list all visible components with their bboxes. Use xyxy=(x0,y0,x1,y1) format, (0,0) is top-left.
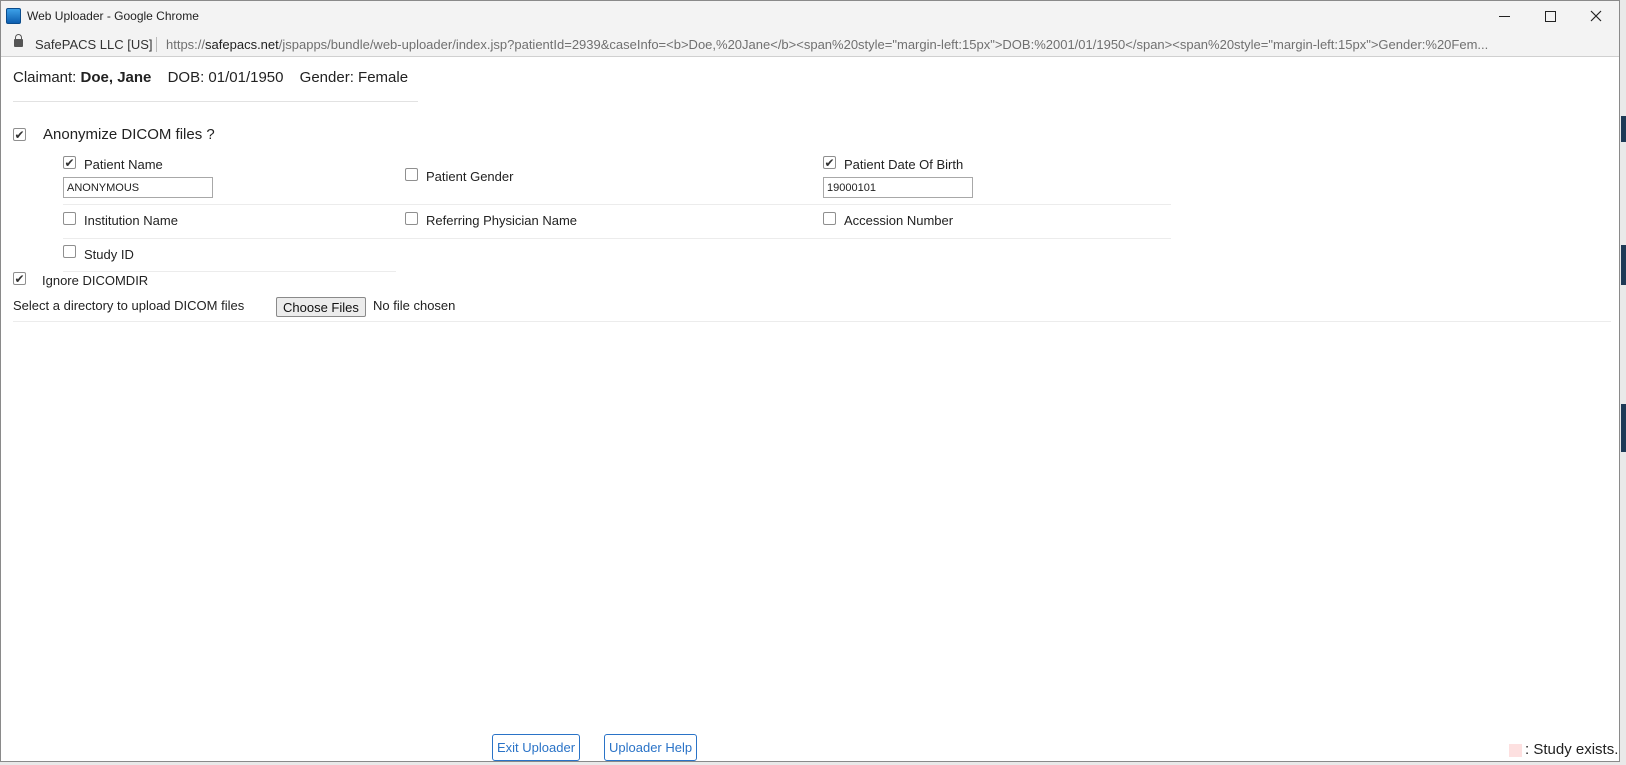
maximize-icon xyxy=(1544,10,1556,22)
lock-icon[interactable] xyxy=(14,34,23,47)
patient-dob-checkbox[interactable] xyxy=(823,156,836,169)
window-title: Web Uploader - Google Chrome xyxy=(27,9,199,23)
title-bar: Web Uploader - Google Chrome xyxy=(1,1,1619,31)
study-id-label: Study ID xyxy=(84,247,134,262)
ignore-dicomdir-checkbox[interactable] xyxy=(13,272,26,285)
anonymize-label: Anonymize DICOM files ? xyxy=(43,126,215,143)
ignore-dicomdir-label: Ignore DICOMDIR xyxy=(42,273,149,288)
claimant-info: Claimant: Doe, Jane DOB: 01/01/1950 Gend… xyxy=(13,69,408,86)
uploader-help-button[interactable]: Uploader Help xyxy=(604,734,698,761)
study-exists-swatch xyxy=(1509,744,1522,757)
close-icon xyxy=(1590,10,1602,22)
file-status-text: No file chosen xyxy=(373,298,456,313)
browser-popup-window: Web Uploader - Google Chrome SafePACS LL… xyxy=(0,0,1620,762)
background-page-strip xyxy=(1621,404,1626,452)
patient-name-input[interactable] xyxy=(63,177,213,198)
claimant-label: Claimant: xyxy=(13,69,77,86)
minimize-button[interactable] xyxy=(1481,1,1527,31)
claimant-dob: DOB: 01/01/1950 xyxy=(167,69,284,86)
url-host: safepacs.net xyxy=(205,37,279,52)
background-page-strip xyxy=(1621,116,1626,142)
uploader-page: Claimant: Doe, Jane DOB: 01/01/1950 Gend… xyxy=(1,58,1619,761)
section-divider xyxy=(13,321,1611,322)
choose-files-button[interactable]: Choose Files xyxy=(276,297,366,317)
claimant-divider xyxy=(13,101,418,102)
institution-name-checkbox[interactable] xyxy=(63,212,76,225)
referring-physician-label: Referring Physician Name xyxy=(426,213,578,228)
exit-uploader-button[interactable]: Exit Uploader xyxy=(492,734,581,761)
row-divider xyxy=(63,204,1171,205)
row-divider xyxy=(63,271,396,272)
row-divider xyxy=(63,238,1171,239)
maximize-button[interactable] xyxy=(1527,1,1573,31)
referring-physician-checkbox[interactable] xyxy=(405,212,418,225)
claimant-gender: Gender: Female xyxy=(299,69,409,86)
background-page-strip xyxy=(1621,245,1626,285)
institution-name-label: Institution Name xyxy=(84,213,178,228)
claimant-name: Doe, Jane xyxy=(80,69,152,86)
close-button[interactable] xyxy=(1573,1,1619,31)
upload-directory-label: Select a directory to upload DICOM files xyxy=(13,298,245,313)
patient-name-checkbox[interactable] xyxy=(63,156,76,169)
address-bar[interactable]: SafePACS LLC [US] https://safepacs.net/j… xyxy=(1,31,1619,57)
certificate-label[interactable]: SafePACS LLC [US] xyxy=(35,37,153,52)
address-separator xyxy=(156,37,157,52)
study-id-checkbox[interactable] xyxy=(63,245,76,258)
chrome-app-icon xyxy=(6,8,21,24)
patient-dob-input[interactable] xyxy=(823,177,973,198)
study-exists-legend: : Study exists. xyxy=(1525,741,1619,758)
accession-number-checkbox[interactable] xyxy=(823,212,836,225)
patient-gender-label: Patient Gender xyxy=(426,169,514,184)
url-path: /jspapps/bundle/web-uploader/index.jsp?p… xyxy=(278,37,1489,52)
patient-dob-label: Patient Date Of Birth xyxy=(844,157,964,172)
patient-name-label: Patient Name xyxy=(84,157,163,172)
url-scheme: https:// xyxy=(166,37,206,52)
patient-gender-checkbox[interactable] xyxy=(405,168,418,181)
anonymize-checkbox[interactable] xyxy=(13,128,26,141)
url-text[interactable]: https://safepacs.net/jspapps/bundle/web-… xyxy=(166,37,1488,52)
accession-number-label: Accession Number xyxy=(844,213,954,228)
minimize-icon xyxy=(1498,15,1510,17)
